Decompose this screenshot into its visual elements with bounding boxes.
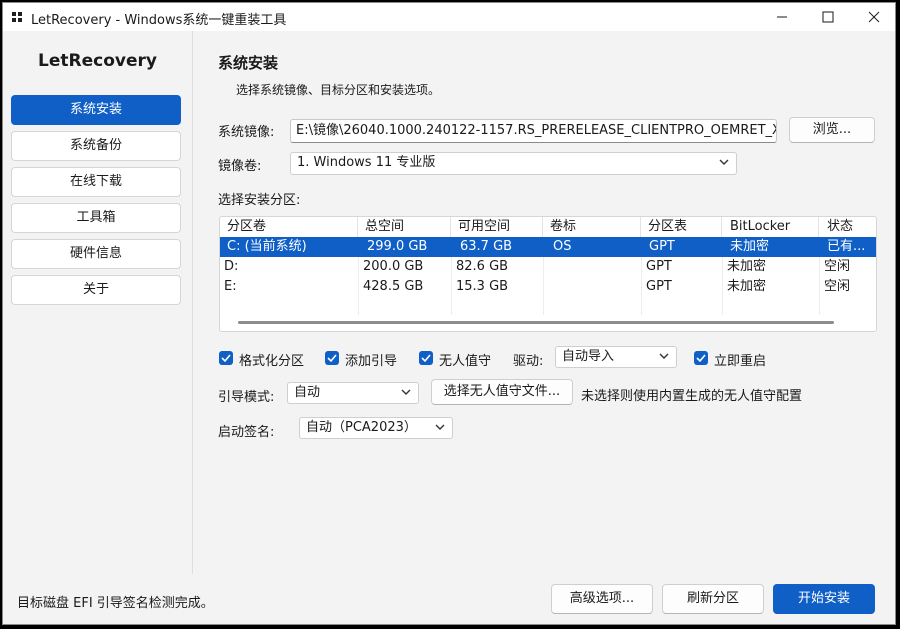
column-header[interactable]: 总空间 (358, 217, 451, 237)
reboot-label[interactable]: 立即重启 (714, 350, 766, 369)
signature-selected: 自动（PCA2023） (306, 420, 417, 435)
boot-checkbox[interactable] (325, 351, 339, 365)
cell-volume: D: (224, 259, 239, 274)
sidebar-item-download[interactable]: 在线下载 (11, 167, 181, 197)
window-title: LetRecovery - Windows系统一键重装工具 (31, 13, 287, 28)
sidebar-item-toolbox[interactable]: 工具箱 (11, 203, 181, 233)
cell-table: GPT (649, 239, 675, 254)
column-header[interactable]: BitLocker (722, 217, 819, 237)
unattend-checkbox[interactable] (419, 351, 433, 365)
unattend-label[interactable]: 无人值守 (439, 350, 491, 369)
chevron-down-icon (435, 424, 445, 430)
partition-label: 选择安装分区: (218, 193, 301, 208)
cell-total: 428.5 GB (363, 279, 424, 294)
brand-title: LetRecovery (38, 51, 157, 71)
signature-label: 启动签名: (218, 425, 275, 440)
main-panel: 系统安装 选择系统镜像、目标分区和安装选项。 系统镜像: E:\镜像\26040… (193, 31, 895, 574)
start-install-button[interactable]: 开始安装 (773, 584, 875, 614)
cell-volume: C: (当前系统) (227, 239, 307, 254)
cell-label: OS (553, 239, 572, 254)
partition-table[interactable]: 分区卷 总空间 可用空间 卷标 分区表 BitLocker 状态 C: (当前系… (219, 216, 877, 332)
boot-mode-label: 引导模式: (218, 390, 275, 405)
choose-unattend-file-button[interactable]: 选择无人值守文件... (431, 379, 573, 405)
advanced-options-button[interactable]: 高级选项... (551, 584, 653, 614)
browse-button[interactable]: 浏览... (789, 117, 875, 143)
page-description: 选择系统镜像、目标分区和安装选项。 (236, 83, 441, 97)
cell-status: 空闲 (824, 259, 851, 274)
status-message: 目标磁盘 EFI 引导签名检测完成。 (17, 596, 214, 611)
checkmark-icon (696, 354, 706, 363)
sidebar-item-backup[interactable]: 系统备份 (11, 131, 181, 161)
cell-bitlocker: 未加密 (730, 239, 770, 254)
driver-label: 驱动: (513, 354, 544, 369)
column-header[interactable]: 分区表 (641, 217, 722, 237)
chevron-down-icon (659, 353, 669, 359)
cell-status: 空闲 (824, 279, 851, 294)
volume-label: 镜像卷: (218, 159, 262, 174)
image-label: 系统镜像: (218, 125, 275, 140)
image-path-input[interactable]: E:\镜像\26040.1000.240122-1157.RS_PRERELEA… (290, 119, 777, 143)
cell-total: 200.0 GB (363, 259, 424, 274)
table-row[interactable]: C: (当前系统) 299.0 GB 63.7 GB OS GPT 未加密 已有… (220, 237, 876, 257)
app-window: LetRecovery - Windows系统一键重装工具 LetRecover… (2, 2, 896, 625)
close-button[interactable] (851, 3, 895, 31)
horizontal-scrollbar[interactable] (238, 321, 834, 324)
app-icon (12, 12, 22, 22)
unattend-hint: 未选择则使用内置生成的无人值守配置 (581, 389, 803, 404)
cell-status: 已有... (827, 239, 866, 254)
column-header[interactable]: 卷标 (543, 217, 641, 237)
chevron-down-icon (401, 389, 411, 395)
format-label[interactable]: 格式化分区 (239, 350, 304, 369)
chevron-down-icon (719, 159, 729, 165)
minimize-icon (777, 16, 787, 18)
cell-free: 63.7 GB (460, 239, 513, 254)
sidebar-item-install[interactable]: 系统安装 (11, 95, 181, 125)
signature-select[interactable]: 自动（PCA2023） (299, 417, 453, 439)
checkmark-icon (421, 354, 431, 363)
column-header[interactable]: 分区卷 (220, 217, 358, 237)
cell-total: 299.0 GB (367, 239, 428, 254)
maximize-icon (822, 11, 834, 23)
refresh-partitions-button[interactable]: 刷新分区 (662, 584, 764, 614)
reboot-checkbox[interactable] (694, 351, 708, 365)
cell-bitlocker: 未加密 (727, 279, 767, 294)
table-row[interactable]: E: 428.5 GB 15.3 GB GPT 未加密 空闲 (220, 277, 876, 297)
cell-table: GPT (646, 259, 672, 274)
driver-selected: 自动导入 (562, 349, 615, 364)
cell-bitlocker: 未加密 (727, 259, 767, 274)
checkmark-icon (221, 354, 231, 363)
column-header[interactable]: 可用空间 (451, 217, 543, 237)
title-bar: LetRecovery - Windows系统一键重装工具 (3, 3, 895, 31)
status-bar: 目标磁盘 EFI 引导签名检测完成。 高级选项... 刷新分区 开始安装 (3, 574, 895, 624)
boot-label[interactable]: 添加引导 (345, 350, 397, 369)
driver-select[interactable]: 自动导入 (555, 346, 677, 368)
boot-mode-selected: 自动 (294, 385, 321, 400)
format-checkbox[interactable] (219, 351, 233, 365)
maximize-button[interactable] (805, 3, 851, 31)
sidebar-item-hardware[interactable]: 硬件信息 (11, 239, 181, 269)
checkmark-icon (327, 354, 337, 363)
close-icon (868, 11, 880, 23)
volume-select[interactable]: 1. Windows 11 专业版 (290, 152, 737, 175)
cell-free: 15.3 GB (456, 279, 509, 294)
cell-free: 82.6 GB (456, 259, 509, 274)
cell-volume: E: (224, 279, 237, 294)
sidebar: LetRecovery 系统安装 系统备份 在线下载 工具箱 硬件信息 关于 (3, 31, 192, 574)
sidebar-item-about[interactable]: 关于 (11, 275, 181, 305)
boot-mode-select[interactable]: 自动 (287, 382, 419, 404)
page-title: 系统安装 (218, 54, 279, 72)
column-header[interactable]: 状态 (819, 217, 876, 237)
volume-selected: 1. Windows 11 专业版 (297, 155, 436, 170)
minimize-button[interactable] (759, 3, 805, 31)
cell-table: GPT (646, 279, 672, 294)
table-row[interactable]: D: 200.0 GB 82.6 GB GPT 未加密 空闲 (220, 257, 876, 277)
